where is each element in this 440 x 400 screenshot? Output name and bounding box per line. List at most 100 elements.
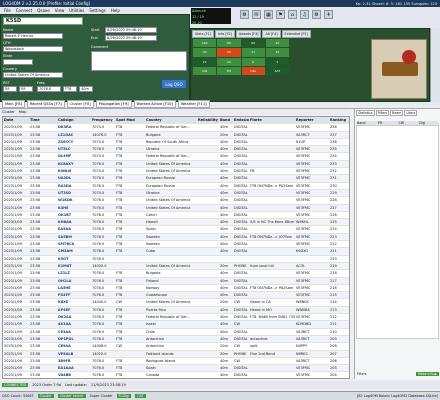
- table-row[interactable]: 2023/1/09 23:58 OK1BT 7076.0 FT8 Czech 40m DIGI…: [3, 212, 349, 220]
- column-header[interactable]: Time: [29, 117, 57, 123]
- table-row[interactable]: 2023/1/09 23:58 K0NLN 7074.0 FT8 United State…: [3, 168, 349, 176]
- column-header[interactable]: Country: [145, 117, 197, 123]
- mode-field[interactable]: FT8: [63, 86, 77, 92]
- table-row[interactable]: 2023/1/09 23:58 CM2AM 7076.0 FT8 Cuba 40m DIGIT…: [3, 248, 349, 256]
- grid-icon[interactable]: ▦: [264, 10, 273, 19]
- table-row[interactable]: 2023/1/09 23:58 VA4BB 7076.0 FT8 Canada 40m DIG…: [3, 372, 349, 378]
- home-icon[interactable]: ⌂: [288, 10, 297, 19]
- config-icon[interactable]: ⚙: [312, 10, 321, 19]
- comment-field[interactable]: [91, 51, 187, 71]
- tab-extended[interactable]: Extended [F5]: [281, 30, 311, 38]
- table-row[interactable]: 2023/1/09 23:58 DK2AA 7076.0 FT8 Federal Repu…: [3, 314, 349, 322]
- tab-cluster-map[interactable]: Map: [19, 110, 27, 114]
- table-row[interactable]: 2023/1/09 23:58 UA3DL 7076.0 FT8 European Rus…: [3, 175, 349, 183]
- table-row[interactable]: 2023/1/09 23:58 UT5LC 7076.0 FT8 Ukraine 40m DI…: [3, 146, 349, 154]
- rst-rcvd-field[interactable]: 59: [19, 86, 33, 92]
- table-row[interactable]: 2023/1/09 23:58 K6XE 14040.0 CW United States…: [3, 299, 349, 307]
- table-row[interactable]: 2023/1/09 23:58 UT3SD 7074.0 FT8 Ukraine 40m DI…: [3, 189, 349, 198]
- callsign-input[interactable]: K5SD: [3, 17, 83, 25]
- column-header[interactable]: Band: [219, 117, 233, 123]
- mail-icon[interactable]: ✉: [252, 10, 261, 19]
- tab-users[interactable]: Users: [404, 110, 418, 116]
- right-side-toolbar[interactable]: [430, 28, 440, 102]
- status-cluster-server[interactable]: Cluster server: [57, 394, 86, 398]
- table-row[interactable]: 2023/1/09 23:58 KP4EF 7076.0 FT8 Puerto Rico 4…: [3, 306, 349, 315]
- table-row[interactable]: 2023/1/09 23:58 FG4FF 7076.0 FT8 Guadeloupe 40…: [3, 292, 349, 300]
- rst-sent-field[interactable]: 59: [3, 86, 17, 92]
- status-super-cluster[interactable]: Super Cluster: [90, 394, 113, 398]
- end-time-field[interactable]: 8/26/2023 09:48:10: [105, 35, 157, 41]
- start-time-field[interactable]: 8/26/2023 09:48:10: [105, 27, 157, 33]
- table-row[interactable]: 2023/1/09 23:58 LZ1LZ 7076.0 FT8 Bulgaria 40m D…: [3, 270, 349, 278]
- connected-badge[interactable]: CONNECTED: [2, 383, 29, 387]
- tab-alt[interactable]: Alt [F4]: [262, 30, 281, 38]
- settings-icon[interactable]: ⚙: [240, 10, 249, 19]
- menu-utilities[interactable]: Utilities: [69, 8, 84, 13]
- qth-field[interactable]: Woodstock: [3, 46, 63, 52]
- satellite-icon[interactable]: ✈: [324, 10, 333, 19]
- column-header[interactable]: Spot Mode: [115, 117, 135, 123]
- table-row[interactable]: 2023/1/09 23:58 CE3AA 7076.0 FT8 Chile 40m DIGI…: [3, 329, 349, 336]
- table-row[interactable]: 2023/1/09 23:58 EA5AA 7076.0 FT8 Spain 40m DIGI…: [3, 226, 349, 234]
- table-row[interactable]: 2023/1/09 23:58 4X1AA 7076.0 FT8 Israel 40m CW K…: [3, 321, 349, 329]
- table-row[interactable]: 2023/1/09 23:58 DL4MF 7074.0 FT8 Federal Repu…: [3, 153, 349, 161]
- column-header[interactable]: [135, 117, 145, 123]
- audio-icon[interactable]: ♫: [300, 10, 309, 19]
- column-header[interactable]: Ranking: [329, 117, 349, 123]
- table-row[interactable]: 2023/1/09 23:58 KH6AA 7076.0 FT8 Hawaii 40m DIG…: [3, 219, 349, 227]
- menu-settings[interactable]: Settings: [89, 8, 105, 13]
- column-header[interactable]: Frequency: [91, 117, 115, 123]
- tab-beam[interactable]: Beam: [390, 110, 404, 116]
- column-header[interactable]: Flarte: [249, 117, 295, 123]
- table-row[interactable]: 2023/1/09 23:58 EA1AAA 7076.0 FT8 Spain 40m DIG…: [3, 365, 349, 373]
- tab-worked-active[interactable]: Worked Active [F10]: [133, 100, 176, 108]
- tab-recent-qsos[interactable]: Recent QSOs [F7]: [26, 100, 65, 108]
- tab-propagation[interactable]: Propagation [F9]: [95, 100, 132, 108]
- log-qso-button[interactable]: Log QSO: [161, 79, 187, 89]
- tab-stats[interactable]: Stats [F1]: [192, 30, 215, 38]
- table-row[interactable]: 2023/1/09 23:58 K5OT 7076.0 220: [3, 256, 349, 263]
- column-header[interactable]: Date: [3, 117, 29, 123]
- table-row[interactable]: 2023/1/09 23:58 SA5BM 7076.0 FT8 Sweden 40m DIG…: [3, 233, 349, 242]
- status-cluster[interactable]: Cluster: [37, 394, 54, 398]
- status-cat[interactable]: CAT: [135, 394, 146, 398]
- tab-cluster[interactable]: Cluster [F8]: [66, 100, 94, 108]
- tab-awards[interactable]: Awards [F3]: [235, 30, 262, 38]
- flag-icon[interactable]: ⚑: [276, 10, 285, 19]
- table-row[interactable]: 2023/1/09 23:58 CE9AA 14008.0 CW Antarctica 20…: [3, 343, 349, 351]
- table-row[interactable]: 2023/1/09 23:58 K1MAT 14000.0 United States …: [3, 262, 349, 271]
- band-field[interactable]: 40m: [79, 86, 93, 92]
- tab-filters[interactable]: Filters: [375, 110, 390, 116]
- tab-statistics[interactable]: Statistics: [356, 110, 375, 116]
- table-row[interactable]: 2023/1/09 23:58 DP1POL 7076.0 FT8 Antarctica 4…: [3, 335, 349, 344]
- menu-view[interactable]: View: [55, 8, 65, 13]
- freq-field[interactable]: 7076.0: [37, 86, 61, 92]
- table-row[interactable]: 2023/1/09 23:58 LZ1GAC 14076.0 FT8 Bulgaria 20…: [3, 131, 349, 139]
- name-field[interactable]: Robert E Herrick: [3, 33, 63, 39]
- column-header[interactable]: Callsign: [57, 117, 91, 123]
- table-row[interactable]: 2023/1/09 23:58 W1KDK 7076.0 FT8 United State…: [3, 197, 349, 205]
- column-header[interactable]: Reliability: [197, 117, 219, 123]
- stats-list[interactable]: [356, 125, 439, 339]
- tab-weather[interactable]: Weather [F11]: [177, 100, 210, 108]
- menu-connect[interactable]: Connect: [16, 8, 33, 13]
- tab-main[interactable]: Main [F8]: [2, 100, 25, 108]
- state-field[interactable]: [3, 59, 33, 65]
- table-row[interactable]: 2023/1/09 23:58 OH1LA 7076.0 FT8 Finland 40m DI…: [3, 277, 349, 285]
- menu-help[interactable]: Help: [111, 8, 120, 13]
- table-row[interactable]: 2023/1/09 23:58 KC8AXY 7076.0 FT8 United Stat…: [3, 160, 349, 169]
- table-row[interactable]: 2023/1/09 23:58 SM7BCA 7076.0 FT8 Sweden 40m DI…: [3, 241, 349, 249]
- table-row[interactable]: 2023/1/09 23:58 LA5HE 7076.0 FT8 Norway 40m DIG…: [3, 285, 349, 293]
- tab-info[interactable]: Info [F2]: [215, 30, 235, 38]
- table-row[interactable]: 2023/1/09 23:58 DK3RA 7074.0 FT8 Federal Repu…: [3, 124, 349, 132]
- table-row[interactable]: 2023/1/09 23:58 RA3DA 7076.0 FT8 European Rus…: [3, 183, 349, 190]
- column-header[interactable]: Emission: [233, 117, 249, 123]
- table-row[interactable]: 2023/1/09 23:58 VP8ALB 14020.0 Falkland Isla…: [3, 350, 349, 358]
- table-row[interactable]: 2023/1/09 23:58 ZS6CCY 7074.0 FT8 Republic Of…: [3, 139, 349, 147]
- tab-cluster-list[interactable]: Cluster: [2, 110, 15, 114]
- country-field[interactable]: United States Of America: [3, 72, 63, 78]
- table-row[interactable]: 2023/1/09 23:58 3B9FR 7076.0 FT8 Rodrigues Is…: [3, 358, 349, 366]
- column-header[interactable]: Reporter: [295, 117, 329, 123]
- status-fldigi[interactable]: FLDigi: [116, 394, 132, 398]
- make-info-button[interactable]: Make info ▶: [416, 372, 439, 376]
